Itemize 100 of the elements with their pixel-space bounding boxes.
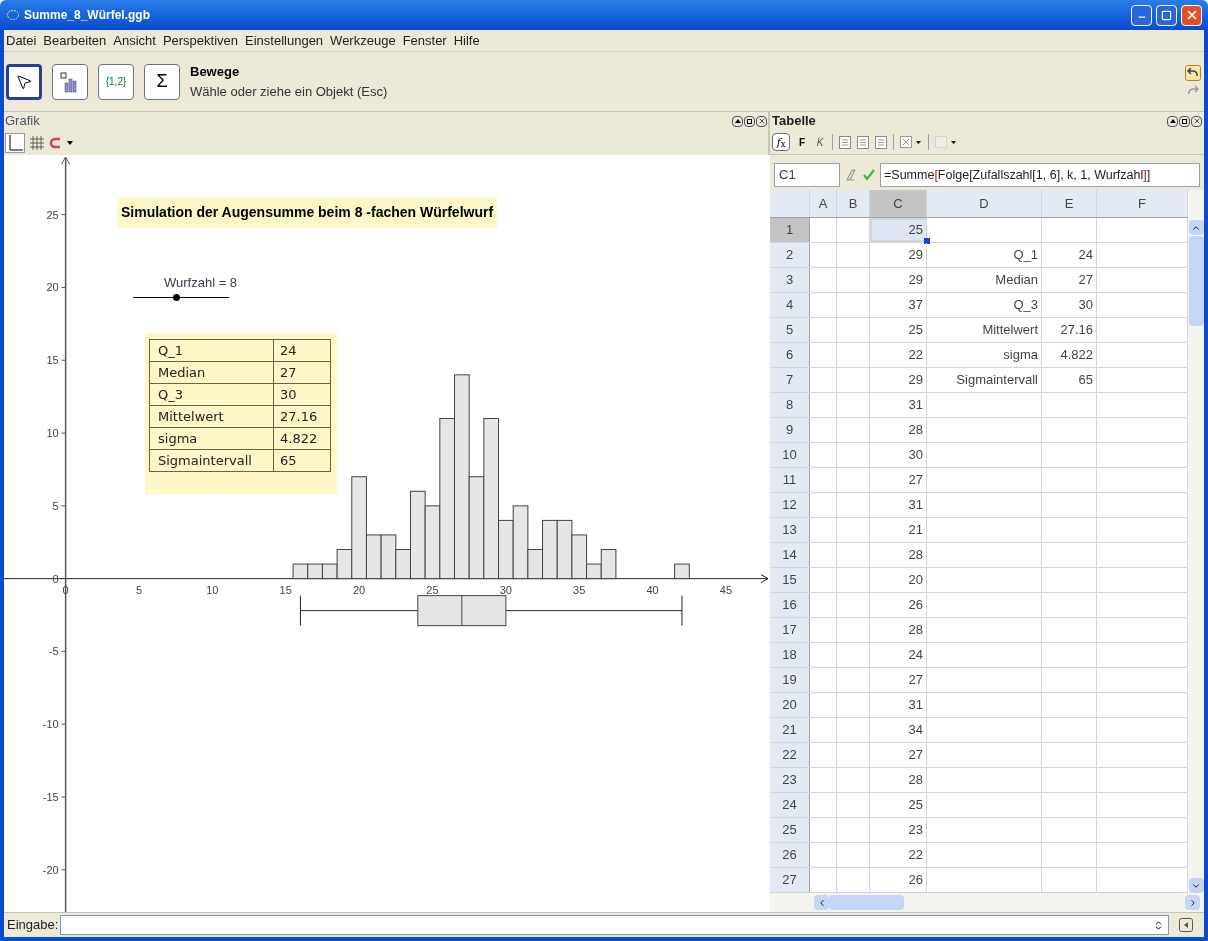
maximize-icon [1161, 9, 1172, 21]
grid-icon[interactable] [29, 134, 45, 151]
horizontal-scrollbar[interactable] [770, 893, 1204, 912]
close-icon[interactable] [1191, 115, 1202, 127]
menu-item[interactable]: Fenster [402, 30, 447, 51]
axis-label: 15 [46, 354, 59, 367]
row-header[interactable]: 12 [770, 493, 810, 517]
row-header[interactable]: 14 [770, 543, 810, 567]
format-button[interactable]: F [796, 134, 808, 150]
scrollbar-thumb[interactable] [829, 895, 904, 910]
tool-button[interactable]: {1,2} [98, 63, 134, 100]
row-header[interactable]: 13 [770, 518, 810, 542]
row-header[interactable]: 23 [770, 768, 810, 792]
tool-button[interactable]: Σ [144, 63, 180, 100]
row-header[interactable]: 4 [770, 293, 810, 317]
table-cell-text: 26 [908, 596, 923, 615]
scroll-left-icon[interactable] [814, 895, 829, 910]
checkmark-icon[interactable] [862, 167, 876, 182]
undo-icon[interactable] [1185, 64, 1201, 81]
row-header[interactable]: 26 [770, 843, 810, 867]
row-header[interactable]: 22 [770, 743, 810, 767]
scroll-right-icon[interactable] [1185, 895, 1200, 910]
column-header[interactable]: E [1042, 190, 1097, 217]
menu-item[interactable]: Ansicht [113, 30, 156, 51]
slider[interactable] [133, 292, 229, 302]
menu-item[interactable]: Einstellungen [245, 30, 324, 51]
panel-undock-icon[interactable] [1179, 115, 1190, 127]
column-header[interactable]: D [927, 190, 1042, 217]
chart-title: Simulation der Augensumme beim 8 -fachen Würfelwurf [117, 197, 498, 228]
row-header[interactable]: 1 [770, 218, 810, 242]
history-icon[interactable] [1153, 919, 1164, 931]
close-button[interactable] [1181, 4, 1202, 26]
row-header[interactable]: 6 [770, 343, 810, 367]
tool-button[interactable] [6, 63, 42, 100]
table-cell-text: 34 [908, 721, 923, 740]
minimize-button[interactable] [1131, 4, 1152, 26]
cell-reference-field[interactable]: C1 [774, 162, 840, 187]
close-icon[interactable] [756, 115, 767, 127]
magnet-icon[interactable] [49, 135, 63, 150]
tool-button[interactable] [52, 63, 88, 100]
function-button[interactable]: f$_{x}$ [772, 133, 790, 151]
row-header[interactable]: 10 [770, 443, 810, 467]
row-header[interactable]: 5 [770, 318, 810, 342]
align-icon[interactable] [839, 135, 851, 149]
input-help-icon[interactable] [1179, 918, 1193, 932]
formula-field[interactable]: =Summe[Folge[Zufallszahl[1, 6], k, 1, Wurfzahl]] [880, 162, 1200, 187]
panel-title: Tabelle [772, 112, 816, 131]
menu-item[interactable]: Werkzeuge [330, 30, 396, 51]
table-cell-text: 20 [908, 571, 923, 590]
menu-item[interactable]: Perspektiven [162, 30, 239, 51]
caret-icon[interactable] [67, 140, 73, 145]
menu-item[interactable]: Bearbeiten [43, 30, 107, 51]
table-cell-text: 4.822 [279, 430, 319, 448]
color-dropdown-icon[interactable] [935, 136, 957, 148]
column-header[interactable]: C [870, 190, 927, 217]
axis-label: 25 [46, 208, 59, 221]
row-header[interactable]: 17 [770, 618, 810, 642]
input-label: Eingabe: [7, 916, 59, 935]
format-button[interactable]: K [814, 134, 826, 150]
row-header[interactable]: 7 [770, 368, 810, 392]
table-cell-text: 27 [279, 364, 298, 382]
axis-label: 10 [206, 583, 219, 596]
axes-icon[interactable] [5, 132, 25, 153]
row-header[interactable]: 9 [770, 418, 810, 442]
row-header[interactable]: 24 [770, 793, 810, 817]
scroll-up-icon[interactable] [1188, 220, 1204, 235]
maximize-button[interactable] [1156, 4, 1177, 26]
slider-thumb[interactable] [173, 293, 181, 301]
row-header[interactable]: 25 [770, 818, 810, 842]
row-header[interactable]: 3 [770, 268, 810, 292]
table-cell-text: 31 [908, 696, 923, 715]
row-header[interactable]: 20 [770, 693, 810, 717]
align-icon[interactable] [857, 135, 869, 149]
row-header[interactable]: 16 [770, 593, 810, 617]
menu-item[interactable]: Hilfe [453, 30, 480, 51]
table-cell-text: 29 [908, 371, 923, 390]
axis-label: 45 [719, 583, 733, 596]
row-header[interactable]: 18 [770, 643, 810, 667]
align-icon[interactable] [875, 135, 887, 149]
row-header[interactable]: 15 [770, 568, 810, 592]
tool-name: Bewege [190, 63, 241, 81]
column-header[interactable]: A [810, 190, 837, 217]
row-header[interactable]: 27 [770, 868, 810, 892]
row-header[interactable]: 8 [770, 393, 810, 417]
menu-item[interactable]: Datei [6, 30, 37, 51]
row-header[interactable]: 21 [770, 718, 810, 742]
row-header[interactable]: 2 [770, 243, 810, 267]
vertical-scrollbar[interactable] [1188, 190, 1204, 893]
fill-handle[interactable] [924, 238, 930, 244]
panel-undock-icon[interactable] [744, 115, 755, 127]
row-header[interactable]: 19 [770, 668, 810, 692]
input-field[interactable] [60, 915, 1169, 935]
border-dropdown-icon[interactable] [900, 136, 922, 148]
table-cell-text: 22 [908, 346, 923, 365]
panel-maximize-icon[interactable] [1167, 115, 1178, 127]
scroll-down-icon[interactable] [1188, 878, 1204, 893]
scrollbar-thumb[interactable] [1188, 236, 1204, 326]
table-cell-text: 27.16 [1060, 321, 1093, 340]
panel-maximize-icon[interactable] [732, 115, 743, 127]
row-header[interactable]: 11 [770, 468, 810, 492]
